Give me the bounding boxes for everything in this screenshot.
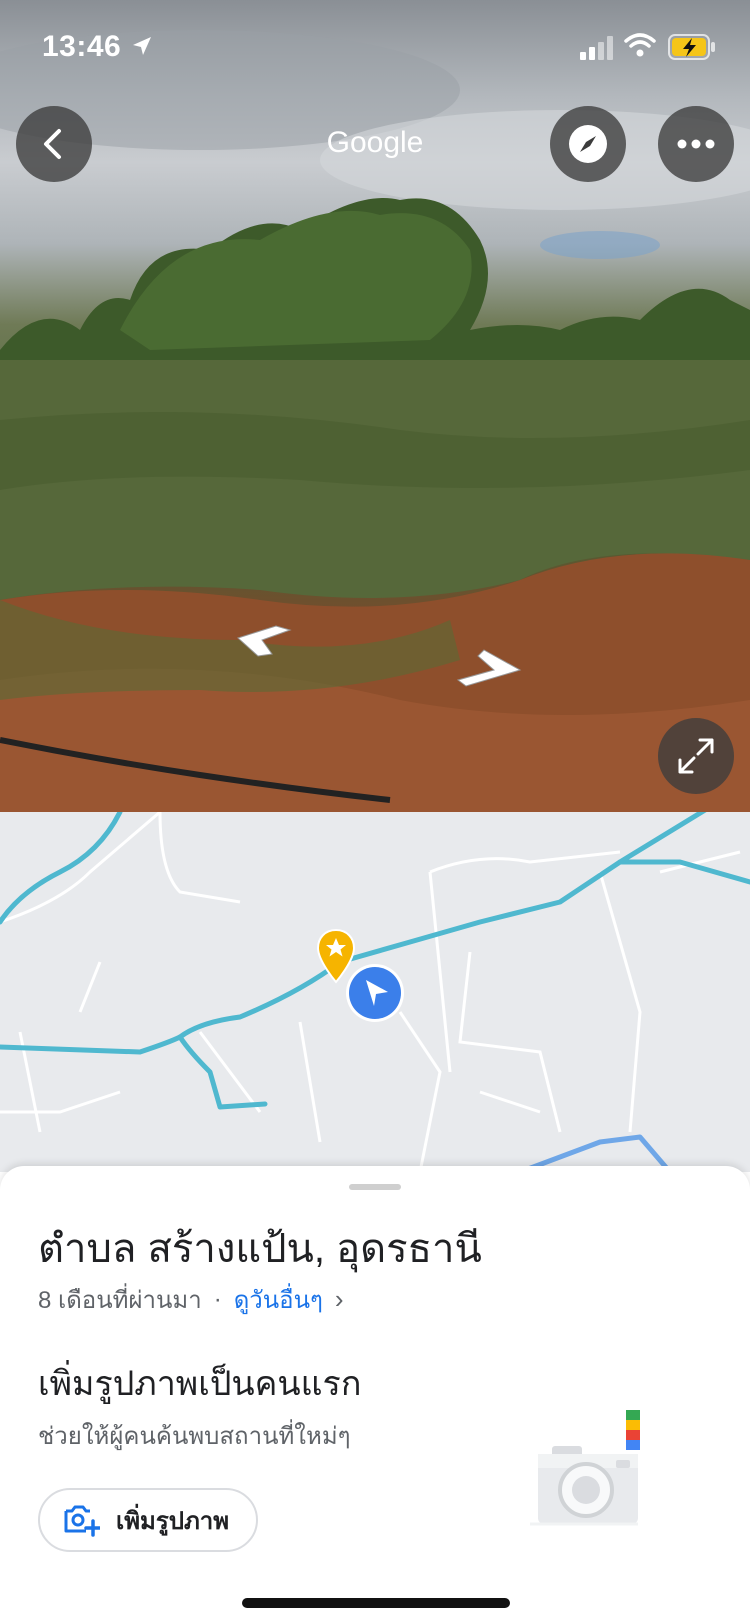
- separator-dot: ·: [213, 1285, 222, 1313]
- nav-arrow-right[interactable]: [456, 648, 522, 690]
- status-bar: 13:46: [0, 0, 750, 90]
- see-other-dates-link[interactable]: ดูวันอื่นๆ: [234, 1280, 323, 1319]
- mini-map[interactable]: [0, 812, 750, 1172]
- add-photo-heading: เพิ่มรูปภาพเป็นคนแรก: [38, 1365, 362, 1403]
- user-location-arrow-icon: [346, 964, 404, 1022]
- wifi-icon: [624, 33, 656, 57]
- nav-arrow-left[interactable]: [236, 624, 296, 660]
- viewer-title: Google: [326, 126, 424, 159]
- location-arrow-icon: [133, 37, 151, 55]
- landscape-scene: [0, 30, 750, 812]
- chevron-right-icon[interactable]: ›: [335, 1284, 344, 1315]
- expand-icon: [678, 738, 714, 774]
- add-photo-button-label: เพิ่มรูปภาพ: [116, 1507, 230, 1535]
- more-horizontal-icon: [677, 139, 715, 149]
- street-view-image[interactable]: 13:46 Google: [0, 0, 750, 812]
- compass-button[interactable]: [550, 106, 626, 182]
- add-photo-subtitle: ช่วยให้ผู้คนค้นพบสถานที่ใหม่ๆ: [38, 1423, 351, 1450]
- compass-icon: [569, 125, 607, 163]
- drag-handle[interactable]: [349, 1184, 401, 1190]
- cell-signal-icon: [580, 36, 613, 60]
- capture-date: 8 เดือนที่ผ่านมา: [38, 1287, 202, 1314]
- expand-button[interactable]: [658, 718, 734, 794]
- more-options-button[interactable]: [658, 106, 734, 182]
- add-photo-camera-icon: [64, 1505, 100, 1537]
- battery-charging-icon: [668, 34, 715, 60]
- camera-illustration-icon: [530, 1410, 640, 1526]
- date-row: 8 เดือนที่ผ่านมา · ดูวันอื่นๆ ›: [38, 1280, 344, 1319]
- add-photo-button[interactable]: เพิ่มรูปภาพ: [38, 1488, 258, 1552]
- home-indicator[interactable]: [242, 1598, 510, 1608]
- status-time: 13:46: [42, 30, 122, 63]
- place-info-sheet: ตำบล สร้างแป้น, อุดรธานี 8 เดือนที่ผ่านม…: [0, 1166, 750, 1623]
- place-title: ตำบล สร้างแป้น, อุดรธานี: [38, 1227, 482, 1271]
